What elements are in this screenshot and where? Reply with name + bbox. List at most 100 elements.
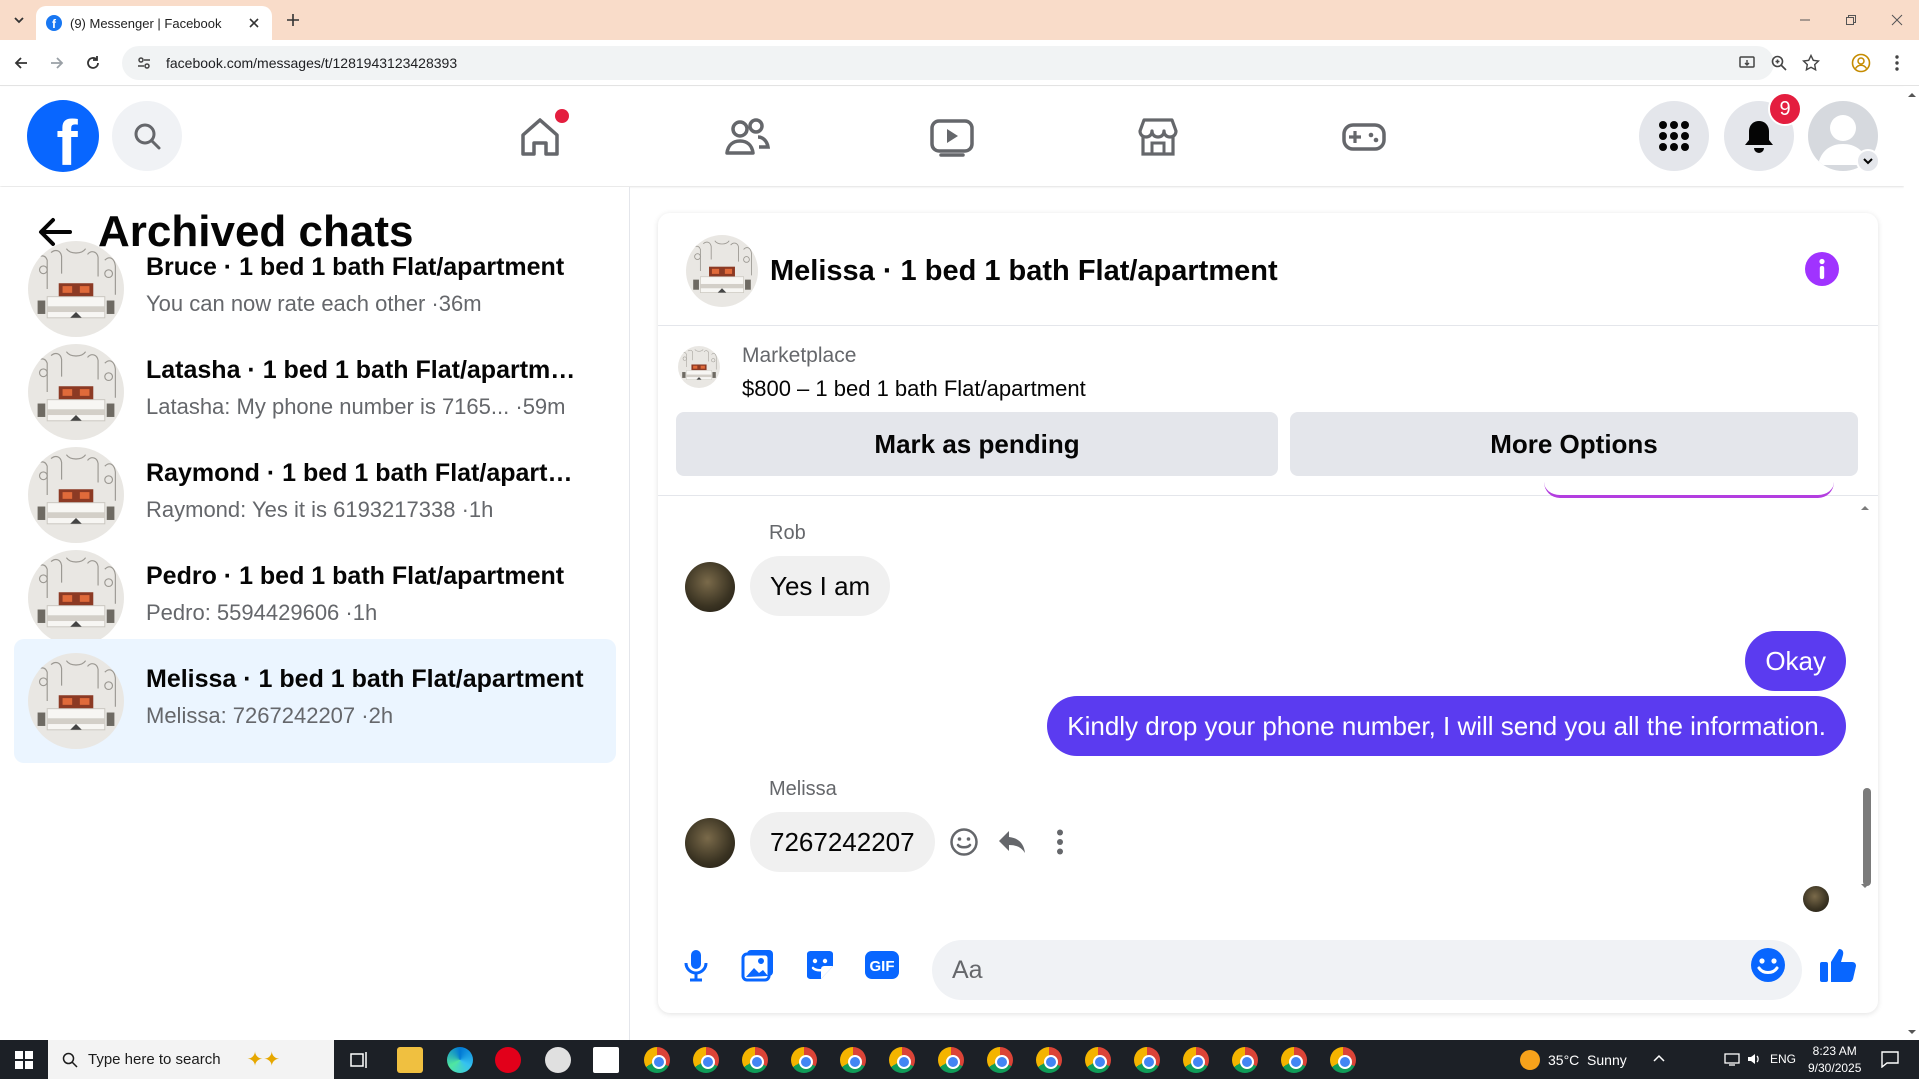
edge-browser-icon[interactable]: [447, 1047, 473, 1073]
listing-title[interactable]: $800 – 1 bed 1 bath Flat/apartment: [742, 376, 1086, 402]
conversation-listing-thumbnail[interactable]: [686, 235, 758, 307]
file-explorer-icon[interactable]: [397, 1047, 423, 1073]
taskbar-search-box[interactable]: Type here to search ✦✦: [48, 1040, 334, 1079]
separator-dot: ·: [509, 394, 523, 419]
incoming-message[interactable]: 7267242207: [750, 812, 935, 872]
menu-button[interactable]: [1639, 101, 1709, 171]
microphone-icon[interactable]: [674, 943, 718, 987]
chrome-icon[interactable]: [1134, 1047, 1160, 1073]
zoom-icon[interactable]: [1768, 52, 1790, 74]
site-info-icon[interactable]: [136, 54, 154, 72]
chrome-icon[interactable]: [1183, 1047, 1209, 1073]
document-icon[interactable]: [593, 1047, 619, 1073]
network-icon[interactable]: [1724, 1052, 1740, 1071]
minimize-icon[interactable]: [1790, 8, 1820, 32]
more-actions-icon[interactable]: [1042, 824, 1078, 860]
chat-listing-thumbnail: [28, 241, 124, 337]
opera-browser-icon[interactable]: [495, 1047, 521, 1073]
chat-preview: Melissa: 7267242207 · 2h: [146, 703, 596, 729]
search-button[interactable]: [112, 101, 182, 171]
info-icon[interactable]: [1804, 251, 1840, 287]
video-nav-button[interactable]: [920, 105, 984, 169]
restore-icon[interactable]: [1836, 8, 1866, 32]
react-emoji-icon[interactable]: [946, 824, 982, 860]
search-icon: [62, 1052, 78, 1068]
photo-attach-icon[interactable]: [736, 943, 780, 987]
reply-icon[interactable]: [994, 824, 1030, 860]
chat-time: 59m: [522, 394, 566, 419]
chrome-icon[interactable]: [987, 1047, 1013, 1073]
task-view-icon[interactable]: [346, 1047, 372, 1073]
chat-time: 36m: [438, 291, 482, 316]
app-icon[interactable]: [545, 1047, 571, 1073]
facebook-favicon-icon: f: [46, 15, 62, 31]
chat-last-message: Raymond: Yes it is 6193217338: [146, 497, 456, 522]
facebook-top-nav: f 9: [0, 87, 1904, 186]
chrome-icon[interactable]: [1036, 1047, 1062, 1073]
like-thumbs-up-icon[interactable]: [1816, 943, 1860, 987]
page-scrollbar[interactable]: [1904, 87, 1919, 1040]
melissa-avatar[interactable]: [685, 818, 735, 868]
rob-avatar[interactable]: [685, 562, 735, 612]
address-bar[interactable]: facebook.com/messages/t/1281943123428393: [122, 46, 1774, 80]
emoji-picker-icon[interactable]: [1746, 943, 1790, 987]
new-tab-plus-icon[interactable]: [282, 9, 304, 31]
chrome-icon[interactable]: [840, 1047, 866, 1073]
video-icon: [930, 119, 974, 157]
gaming-icon: [1342, 123, 1386, 151]
previous-message-edge: [1544, 480, 1834, 498]
chrome-icon[interactable]: [889, 1047, 915, 1073]
browser-tab[interactable]: f (9) Messenger | Facebook: [36, 6, 272, 40]
outgoing-message[interactable]: Kindly drop your phone number, I will se…: [1047, 696, 1846, 756]
input-language[interactable]: ENG: [1770, 1052, 1796, 1066]
tab-close-icon[interactable]: [246, 15, 262, 31]
message-thread: Rob Yes I am Okay Kindly drop your phone…: [658, 495, 1878, 912]
chrome-icon[interactable]: [693, 1047, 719, 1073]
volume-icon[interactable]: [1746, 1052, 1762, 1071]
separator-dot: ·: [425, 291, 439, 316]
thread-scrollbar-thumb[interactable]: [1863, 788, 1871, 886]
taskbar-clock[interactable]: 8:23 AM 9/30/2025: [1808, 1043, 1861, 1077]
outgoing-message[interactable]: Okay: [1745, 631, 1846, 691]
chat-listing-thumbnail: [28, 447, 124, 543]
close-window-icon[interactable]: [1882, 8, 1912, 32]
notification-center-icon[interactable]: [1880, 1050, 1900, 1073]
chrome-icon[interactable]: [1085, 1047, 1111, 1073]
archived-chat-item[interactable]: Melissa · 1 bed 1 bath Flat/apartment Mel…: [14, 639, 616, 763]
facebook-logo-icon[interactable]: f: [27, 100, 99, 172]
message-input[interactable]: Aa: [932, 940, 1802, 1000]
windows-start-icon[interactable]: [0, 1040, 48, 1079]
browser-menu-icon[interactable]: [1886, 52, 1908, 74]
chrome-icon[interactable]: [1330, 1047, 1356, 1073]
chrome-icon[interactable]: [742, 1047, 768, 1073]
chat-listing-thumbnail: [28, 344, 124, 440]
chat-name: Raymond · 1 bed 1 bath Flat/apartment: [146, 459, 586, 487]
conversation-title[interactable]: Melissa · 1 bed 1 bath Flat/apartment: [770, 255, 1278, 288]
marketplace-nav-button[interactable]: [1126, 105, 1190, 169]
reload-icon[interactable]: [80, 50, 106, 76]
tray-chevron-icon[interactable]: [1652, 1052, 1666, 1071]
account-chevron-icon[interactable]: [1856, 149, 1880, 173]
marketplace-listing-card: Marketplace $800 – 1 bed 1 bath Flat/apa…: [658, 326, 1878, 496]
chrome-icon[interactable]: [644, 1047, 670, 1073]
marketplace-listing-thumbnail[interactable]: [678, 346, 720, 388]
profile-account-icon[interactable]: [1850, 52, 1872, 74]
bookmark-star-icon[interactable]: [1800, 52, 1822, 74]
chrome-icon[interactable]: [1232, 1047, 1258, 1073]
tab-search-chevron-icon[interactable]: [8, 9, 30, 31]
gaming-nav-button[interactable]: [1332, 105, 1396, 169]
friends-nav-button[interactable]: [715, 105, 779, 169]
incoming-message[interactable]: Yes I am: [750, 556, 891, 616]
chrome-icon[interactable]: [1281, 1047, 1307, 1073]
install-app-icon[interactable]: [1736, 52, 1758, 74]
forward-icon[interactable]: [44, 50, 70, 76]
clock-date: 9/30/2025: [1808, 1061, 1862, 1075]
more-options-button[interactable]: More Options: [1290, 412, 1858, 476]
chrome-icon[interactable]: [791, 1047, 817, 1073]
back-icon[interactable]: [8, 50, 34, 76]
mark-as-pending-button[interactable]: Mark as pending: [676, 412, 1278, 476]
weather-widget[interactable]: 35°C Sunny: [1520, 1050, 1627, 1070]
sticker-icon[interactable]: [798, 943, 842, 987]
chrome-icon[interactable]: [938, 1047, 964, 1073]
gif-icon[interactable]: GIF: [860, 943, 904, 987]
